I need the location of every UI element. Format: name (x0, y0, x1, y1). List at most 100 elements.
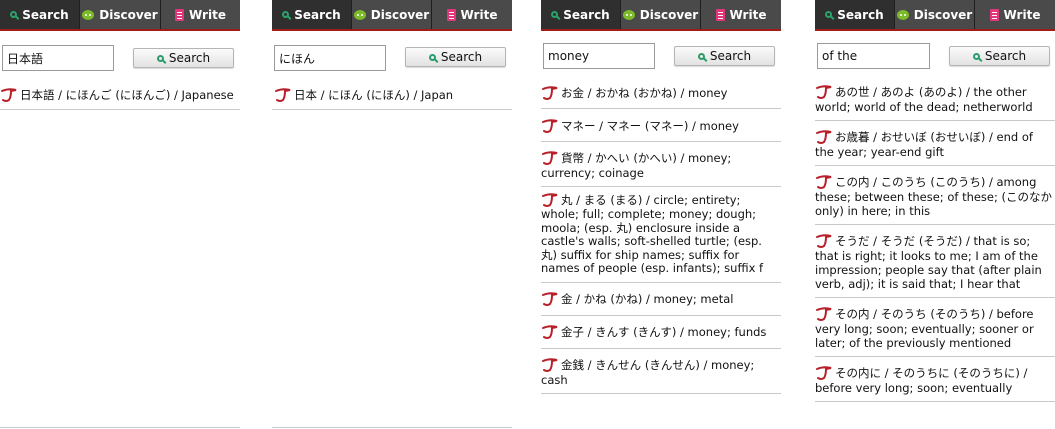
tab-write[interactable]: Write (161, 0, 240, 29)
search-icon (282, 11, 290, 18)
search-button[interactable]: Search (949, 46, 1050, 66)
write-icon (446, 8, 456, 21)
divider (0, 427, 240, 428)
panel-1: Search Discover Write 日本語 Search 日本語 / に… (0, 0, 240, 429)
tab-discover-label: Discover (370, 7, 430, 22)
search-icon (697, 52, 705, 60)
search-input[interactable]: 日本語 (2, 45, 114, 71)
entry-text: 日本語 / にほんご (にほんご) / Japanese (20, 88, 234, 102)
tab-bar: Search Discover Write (272, 0, 512, 31)
panel-4: Search Discover Write of the Search あの世 … (815, 0, 1055, 429)
tab-write-label: Write (729, 7, 767, 22)
entry-text: 金銭 / きんせん (きんせん) / money; cash (541, 357, 755, 387)
entry-mark-icon (815, 365, 833, 381)
entry-text: この内 / このうち (このうち) / among these; between… (815, 175, 1053, 218)
search-icon (825, 11, 833, 18)
list-item[interactable]: お金 / おかね (おかね) / money (541, 80, 781, 109)
tab-bar: Search Discover Write (815, 0, 1055, 31)
entry-mark-icon (541, 192, 559, 208)
results-list: あの世 / あのよ (あのよ) / the other world; world… (815, 80, 1055, 402)
tab-write-label: Write (460, 7, 498, 22)
entry-mark-icon (274, 87, 292, 103)
list-item[interactable]: あの世 / あのよ (あのよ) / the other world; world… (815, 80, 1055, 121)
list-item[interactable]: そうだ / そうだ (そうだ) / that is so; that is ri… (815, 225, 1055, 298)
tab-search-label: Search (837, 7, 884, 22)
tab-discover[interactable]: Discover (621, 0, 701, 29)
entry-mark-icon (815, 233, 833, 249)
tab-bar: Search Discover Write (0, 0, 240, 31)
search-icon (10, 11, 18, 18)
results-list: 日本語 / にほんご (にほんご) / Japanese (0, 82, 240, 110)
entry-mark-icon (815, 84, 833, 100)
list-item[interactable]: 金銭 / きんせん (きんせん) / money; cash (541, 349, 781, 394)
entry-text: 金 / かね (かね) / money; metal (561, 291, 734, 306)
entry-mark-icon (541, 150, 559, 166)
discover-icon (622, 9, 635, 20)
tab-search-label: Search (22, 7, 69, 22)
tab-search-label: Search (563, 7, 610, 22)
write-icon (175, 8, 185, 21)
list-item[interactable]: 貨幣 / かへい (かへい) / money; currency; coinag… (541, 142, 781, 187)
tab-discover-label: Discover (639, 7, 699, 22)
discover-icon (896, 9, 909, 20)
panel-3: Search Discover Write money Search お金 / … (541, 0, 781, 429)
entry-mark-icon (815, 129, 833, 145)
search-button[interactable]: Search (405, 47, 506, 67)
search-icon (551, 11, 559, 18)
list-item[interactable]: 丸 / まる (まる) / circle; entirety; whole; f… (541, 187, 781, 283)
tab-write-label: Write (1003, 7, 1041, 22)
tab-write[interactable]: Write (701, 0, 781, 29)
search-button-label: Search (440, 50, 483, 64)
tab-discover-label: Discover (99, 7, 158, 22)
discover-icon (82, 9, 95, 20)
entry-mark-icon (541, 85, 559, 101)
entry-mark-icon (0, 87, 18, 103)
entry-text: 日本 / にほん (にほん) / Japan (294, 88, 454, 102)
tab-search[interactable]: Search (541, 0, 621, 29)
entry-text: その内 / そのうち (そのうち) / before very long; so… (815, 307, 1034, 350)
list-item[interactable]: マネー / マネー (マネー) / money (541, 109, 781, 142)
search-input[interactable]: of the (817, 43, 930, 69)
entry-text: お歳暮 / おせいぼ (おせいぼ) / end of the year; yea… (815, 130, 1033, 159)
discover-icon (353, 9, 366, 20)
results-list: 日本 / にほん (にほん) / Japan (272, 82, 512, 110)
search-button-label: Search (984, 49, 1027, 63)
tab-search[interactable]: Search (272, 0, 352, 29)
entry-mark-icon (541, 357, 559, 373)
entry-text: マネー / マネー (マネー) / money (561, 119, 739, 133)
list-item[interactable]: 日本 / にほん (にほん) / Japan (272, 82, 512, 110)
list-item[interactable]: 金子 / きんす (きんす) / money; funds (541, 316, 781, 349)
entry-mark-icon (541, 324, 559, 340)
list-item[interactable]: お歳暮 / おせいぼ (おせいぼ) / end of the year; yea… (815, 121, 1055, 166)
tab-search[interactable]: Search (815, 0, 895, 29)
entry-text: そうだ / そうだ (そうだ) / that is so; that is ri… (815, 234, 1042, 291)
tab-discover-label: Discover (913, 7, 973, 22)
list-item[interactable]: 金 / かね (かね) / money; metal (541, 283, 781, 316)
search-icon (428, 53, 436, 61)
tab-discover[interactable]: Discover (80, 0, 161, 29)
write-icon (989, 8, 999, 21)
list-item[interactable]: その内 / そのうち (そのうち) / before very long; so… (815, 298, 1055, 357)
tab-discover[interactable]: Discover (352, 0, 432, 29)
search-button-label: Search (168, 51, 211, 65)
tab-write-label: Write (189, 7, 226, 22)
tab-write[interactable]: Write (975, 0, 1055, 29)
search-button[interactable]: Search (674, 46, 775, 66)
entry-mark-icon (815, 306, 833, 322)
search-input[interactable]: money (543, 43, 655, 69)
search-input[interactable]: にほん (274, 45, 386, 71)
tab-bar: Search Discover Write (541, 0, 781, 31)
search-button[interactable]: Search (133, 48, 234, 68)
list-item[interactable]: この内 / このうち (このうち) / among these; between… (815, 166, 1055, 225)
list-item[interactable]: その内に / そのうちに (そのうちに) / before very long;… (815, 357, 1055, 402)
tab-write[interactable]: Write (432, 0, 512, 29)
tab-search[interactable]: Search (0, 0, 80, 29)
entry-text: 貨幣 / かへい (かへい) / money; currency; coinag… (541, 151, 732, 180)
list-item[interactable]: 日本語 / にほんご (にほんご) / Japanese (0, 82, 240, 110)
entry-text: あの世 / あのよ (あのよ) / the other world; world… (815, 85, 1033, 114)
entry-text: 金子 / きんす (きんす) / money; funds (561, 324, 767, 339)
write-icon (715, 8, 725, 21)
search-button-label: Search (709, 49, 752, 63)
tab-discover[interactable]: Discover (895, 0, 975, 29)
results-list: お金 / おかね (おかね) / money マネー / マネー (マネー) /… (541, 80, 781, 394)
